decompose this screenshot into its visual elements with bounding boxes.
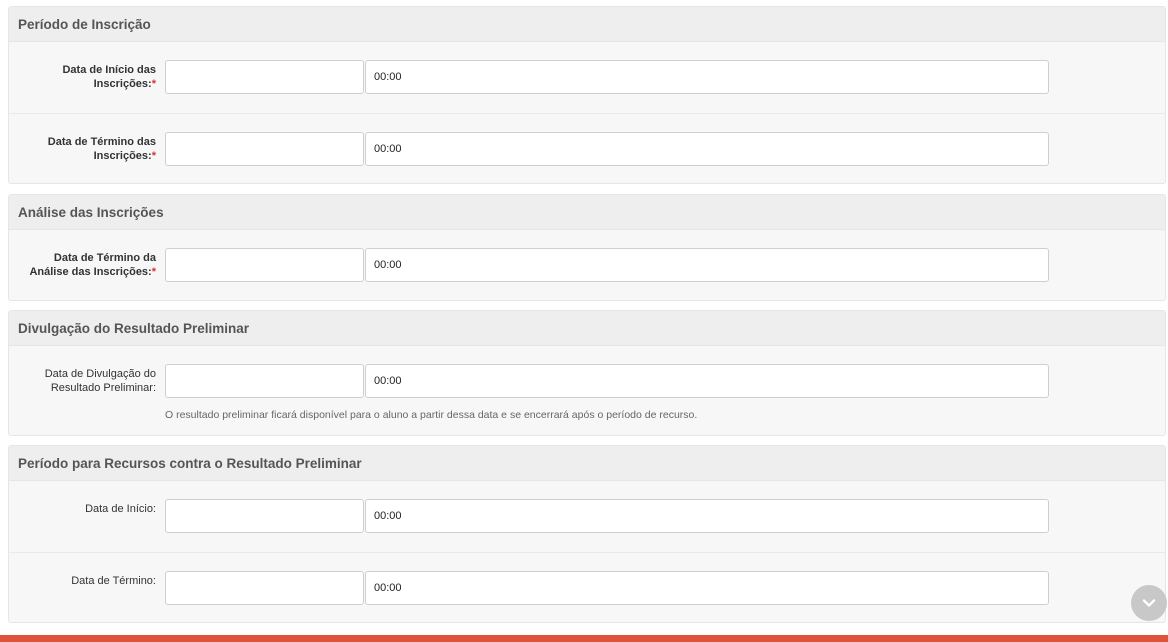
date-input[interactable] — [165, 248, 364, 282]
field-label: Data de Término da Análise das Inscriçõe… — [16, 251, 156, 279]
form-row-termino-analise: Data de Término da Análise das Inscriçõe… — [9, 230, 1165, 301]
field-label: Data de Término das Inscrições:* — [16, 135, 156, 163]
label-line: Inscrições: — [93, 78, 152, 90]
field-label: Data de Divulgação do Resultado Prelimin… — [16, 367, 156, 395]
required-marker: * — [151, 150, 156, 162]
label-line: Data de Divulgação do — [44, 368, 156, 380]
time-input[interactable]: 00:00 — [365, 60, 1049, 94]
date-input[interactable] — [165, 132, 364, 166]
field-label: Data de Início: — [16, 502, 156, 516]
form-row-divulgacao: Data de Divulgação do Resultado Prelimin… — [9, 346, 1165, 436]
time-input[interactable]: 00:00 — [365, 571, 1049, 605]
label-line: Data de Término da — [53, 252, 156, 264]
top-border — [0, 0, 1168, 4]
scroll-down-button[interactable] — [1131, 585, 1167, 621]
section-title: Divulgação do Resultado Preliminar — [9, 311, 1165, 346]
date-input[interactable] — [165, 499, 364, 533]
label-line: Data de Término das — [47, 136, 156, 148]
time-value: 00:00 — [374, 143, 402, 155]
form-row-inicio-recursos: Data de Início: 00:00 — [9, 481, 1165, 552]
label-line: Análise das Inscrições: — [29, 266, 152, 278]
time-value: 00:00 — [374, 510, 402, 522]
date-input[interactable] — [165, 571, 364, 605]
bottom-bar — [0, 635, 1168, 642]
label-line: Data de Início: — [85, 503, 156, 515]
field-label: Data de Término: — [16, 574, 156, 588]
section-analise-inscricoes: Análise das Inscrições Data de Término d… — [8, 194, 1166, 301]
required-marker: * — [151, 266, 156, 278]
section-periodo-inscricao: Período de Inscrição Data de Início das … — [8, 6, 1166, 184]
label-line: Resultado Preliminar: — [50, 382, 156, 394]
form-row-termino-inscricoes: Data de Término das Inscrições:* 00:00 — [9, 113, 1165, 184]
time-value: 00:00 — [374, 582, 402, 594]
help-text: O resultado preliminar ficará disponível… — [165, 409, 698, 421]
time-value: 00:00 — [374, 375, 402, 387]
time-input[interactable]: 00:00 — [365, 132, 1049, 166]
date-input[interactable] — [165, 60, 364, 94]
date-input[interactable] — [165, 364, 364, 398]
time-value: 00:00 — [374, 71, 402, 83]
label-line: Inscrições: — [93, 150, 152, 162]
label-line: Data de Início das — [62, 64, 156, 76]
time-input[interactable]: 00:00 — [365, 499, 1049, 533]
form-row-termino-recursos: Data de Término: 00:00 — [9, 552, 1165, 623]
section-divulgacao-resultado: Divulgação do Resultado Preliminar Data … — [8, 310, 1166, 436]
time-input[interactable]: 00:00 — [365, 248, 1049, 282]
field-label: Data de Início das Inscrições:* — [16, 63, 156, 91]
section-title: Análise das Inscrições — [9, 195, 1165, 230]
section-periodo-recursos: Período para Recursos contra o Resultado… — [8, 445, 1166, 623]
required-marker: * — [151, 78, 156, 90]
chevron-down-icon — [1142, 599, 1156, 607]
time-value: 00:00 — [374, 259, 402, 271]
time-input[interactable]: 00:00 — [365, 364, 1049, 398]
section-title: Período de Inscrição — [9, 7, 1165, 42]
form-row-inicio-inscricoes: Data de Início das Inscrições:* 00:00 — [9, 42, 1165, 113]
section-title: Período para Recursos contra o Resultado… — [9, 446, 1165, 481]
label-line: Data de Término: — [71, 575, 156, 587]
